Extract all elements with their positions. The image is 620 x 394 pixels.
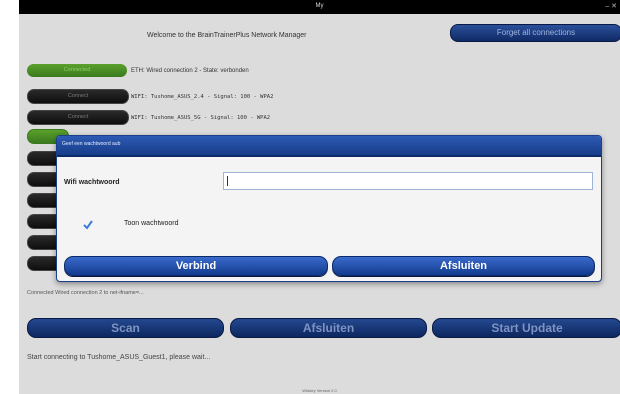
- show-password-checkbox[interactable]: [83, 220, 93, 230]
- close-icon[interactable]: ✕: [611, 3, 617, 10]
- connection-button-eth[interactable]: Connected: [27, 64, 127, 77]
- window-title: My: [315, 3, 324, 9]
- connection-info-wifi-5g: WIFI: Tushome_ASUS_5G - Signal: 100 - WP…: [131, 115, 271, 121]
- connection-button-wifi-24[interactable]: Connect: [27, 89, 129, 104]
- scan-button[interactable]: Scan: [27, 318, 224, 338]
- connection-button-wifi-5g[interactable]: Connect: [27, 110, 129, 125]
- dialog-header: Geef een wachtwoord aub: [57, 136, 601, 157]
- password-dialog: Geef een wachtwoord aub Wifi wachtwoord …: [56, 135, 602, 282]
- connection-info-wifi-24: WIFI: Tushome_ASUS_2.4 - Signal: 100 - W…: [131, 94, 274, 100]
- minimize-icon[interactable]: –: [605, 3, 609, 10]
- connection-info-eth: ETH: Wired connection 2 - State: verbond…: [131, 68, 249, 74]
- dialog-header-divider: [57, 155, 601, 157]
- password-input[interactable]: [223, 172, 593, 190]
- close-button[interactable]: Afsluiten: [230, 318, 427, 338]
- welcome-text: Welcome to the BrainTrainerPlus Network …: [147, 32, 307, 39]
- version-label: Widdey Version 2.0: [302, 388, 337, 393]
- window-controls[interactable]: – ✕: [605, 2, 617, 10]
- dialog-close-button[interactable]: Afsluiten: [332, 256, 595, 276]
- password-label: Wifi wachtwoord: [64, 179, 120, 186]
- start-update-button[interactable]: Start Update: [432, 318, 620, 338]
- dialog-title: Geef een wachtwoord aub: [62, 141, 121, 147]
- connecting-message: Start connecting to Tushome_ASUS_Guest1,…: [27, 354, 211, 361]
- checkmark-icon: [83, 220, 93, 230]
- connection-status-line: Connected Wired connection 2 to net-ifna…: [27, 290, 144, 296]
- connect-button[interactable]: Verbind: [64, 256, 328, 276]
- text-caret: [227, 176, 228, 186]
- title-bar: My – ✕: [19, 0, 620, 14]
- show-password-label[interactable]: Toon wachtwoord: [124, 220, 178, 227]
- forget-connections-button[interactable]: Forget all connections: [450, 24, 620, 42]
